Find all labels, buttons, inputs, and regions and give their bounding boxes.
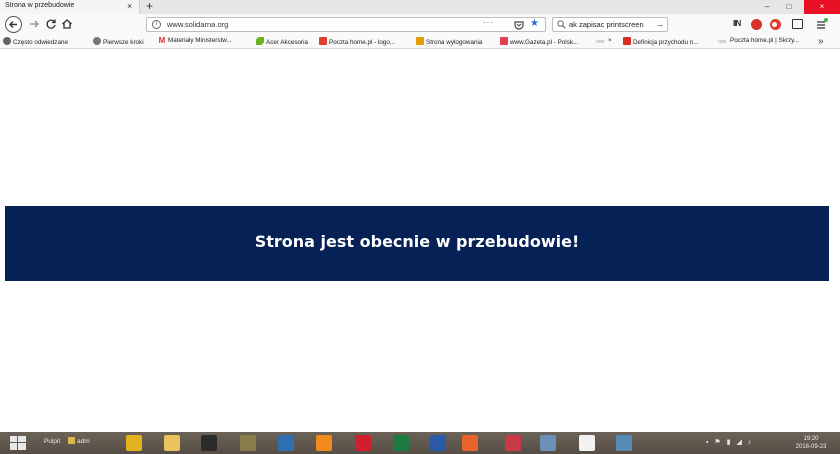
network-icon[interactable] <box>540 435 556 451</box>
people-icon[interactable] <box>240 435 256 451</box>
system-tray[interactable]: ▪ ⚑ ▮ ◢ ♪ <box>706 438 753 446</box>
bookmark-item[interactable]: Pierwsze kroki <box>93 37 144 47</box>
paint-icon[interactable] <box>505 435 521 451</box>
bookmark-item[interactable]: www.Gazeta.pl - Polsk... <box>500 37 578 47</box>
tab-active[interactable]: Strona w przebudowie × <box>0 0 140 14</box>
clock-time: 19:20 <box>803 436 819 442</box>
folder-icon[interactable] <box>164 435 180 451</box>
pinterest-dot-icon <box>772 22 777 27</box>
windows-start-icon[interactable] <box>10 436 26 450</box>
dots-icon: ooo <box>596 39 605 45</box>
bookmark-label: Pierwsze kroki <box>103 39 144 46</box>
close-window-button[interactable]: × <box>804 0 840 14</box>
clock[interactable]: 19:20 2018-09-23 <box>786 435 836 451</box>
bookmarks-toolbar: Często odwiedzane Pierwsze kroki M Materi… <box>0 35 840 49</box>
media-icon[interactable] <box>201 435 217 451</box>
site-info-icon[interactable]: i <box>152 20 161 29</box>
bookmark-star-icon[interactable]: ★ <box>530 18 539 30</box>
app-icon[interactable] <box>278 435 294 451</box>
firefox-icon <box>93 37 101 45</box>
bookmark-item[interactable]: Często odwiedzane <box>3 37 68 47</box>
bookmark-item[interactable]: Definicja przychodu n... <box>623 37 698 47</box>
excel-icon[interactable] <box>393 435 409 451</box>
minimize-button[interactable]: – <box>756 0 778 14</box>
word-icon[interactable] <box>430 435 446 451</box>
mail-icon <box>319 37 327 45</box>
sidebar-icon[interactable] <box>792 19 803 29</box>
bookmark-label: Acer Akcesoria <box>266 39 308 46</box>
bookmark-item[interactable]: Strona wylogowania <box>416 37 482 47</box>
tab-close-icon[interactable]: × <box>127 1 132 12</box>
dots-icon: ooo <box>718 39 727 45</box>
tab-title: Strona w przebudowie <box>5 2 75 9</box>
search-bar[interactable]: ak zapisac printscreen → <box>552 17 668 32</box>
bookmark-label: Strona wylogowania <box>426 39 483 46</box>
firefox-icon[interactable] <box>462 435 478 451</box>
bookmark-label: www.Gazeta.pl - Polsk... <box>510 39 579 46</box>
opera-icon[interactable] <box>355 435 371 451</box>
user-name: adm <box>77 438 90 445</box>
nav-toolbar: i www.solidarna.org ··· ★ ak zapisac pri… <box>0 14 840 35</box>
leaf-icon <box>256 37 264 45</box>
bookmark-label: × <box>608 37 612 44</box>
taskbar: Pulpit adm ▪ ⚑ ▮ ◢ ♪ 19:20 2018-09-23 <box>0 432 840 454</box>
search-go-icon[interactable]: → <box>655 18 664 31</box>
pocket-icon[interactable] <box>514 20 524 30</box>
menu-icon[interactable] <box>816 17 828 31</box>
bookmark-item[interactable]: ooo Poczta home.pl | Skrzy... <box>718 37 799 47</box>
chrome-icon[interactable] <box>126 435 142 451</box>
page-actions-icon[interactable]: ··· <box>483 18 494 27</box>
maintenance-banner: Strona jest obecnie w przebudowie! <box>5 206 829 281</box>
forward-button[interactable] <box>28 18 40 30</box>
new-tab-button[interactable]: + <box>146 0 153 13</box>
banner-heading: Strona jest obecnie w przebudowie! <box>254 232 580 251</box>
pdf-icon <box>623 37 631 45</box>
bookmark-item[interactable]: ooo × <box>596 37 612 47</box>
bookmarks-overflow-icon[interactable]: » <box>818 35 824 48</box>
grid-icon <box>416 37 424 45</box>
bookmark-label: Definicja przychodu n... <box>633 39 699 46</box>
back-button[interactable] <box>5 16 22 33</box>
page-content: Strona jest obecnie w przebudowie! <box>0 49 840 432</box>
bookmark-item[interactable]: M Materiały Ministerstw... <box>158 37 232 47</box>
clock-date: 2018-09-23 <box>795 444 827 450</box>
reload-button[interactable] <box>45 18 57 30</box>
address-bar[interactable]: i www.solidarna.org ··· ★ <box>146 17 546 32</box>
reload-icon <box>46 19 56 29</box>
gear-icon <box>3 37 11 45</box>
library-icon[interactable]: IIN <box>733 19 741 28</box>
home-button[interactable] <box>61 18 73 30</box>
bookmark-label: Poczta home.pl - logo... <box>329 39 396 46</box>
bookmark-label: Często odwiedzane <box>13 39 68 46</box>
back-arrow-icon <box>9 21 17 28</box>
search-icon <box>557 20 566 29</box>
maximize-button[interactable]: □ <box>778 0 800 14</box>
bookmark-item[interactable]: Poczta home.pl - logo... <box>319 37 395 47</box>
tab-strip: Strona w przebudowie × + – □ × <box>0 0 840 14</box>
gmail-icon: M <box>158 36 166 45</box>
bookmark-label: Materiały Ministerstw... <box>168 37 232 44</box>
user-label[interactable]: adm <box>68 437 90 445</box>
bookmark-item[interactable]: Acer Akcesoria <box>256 37 308 47</box>
extension-red-icon[interactable] <box>751 19 762 30</box>
home-icon <box>62 19 72 29</box>
desktop-label[interactable]: Pulpit <box>44 438 60 445</box>
forward-arrow-icon <box>30 20 39 28</box>
search-input[interactable]: ak zapisac printscreen <box>569 20 644 29</box>
user-folder-icon <box>68 437 75 444</box>
gazeta-icon <box>500 37 508 45</box>
notepad-icon[interactable] <box>579 435 595 451</box>
url-text[interactable]: www.solidarna.org <box>167 20 228 29</box>
bookmark-label: Poczta home.pl | Skrzy... <box>730 37 800 44</box>
vlc-icon[interactable] <box>316 435 332 451</box>
palette-icon[interactable] <box>616 435 632 451</box>
